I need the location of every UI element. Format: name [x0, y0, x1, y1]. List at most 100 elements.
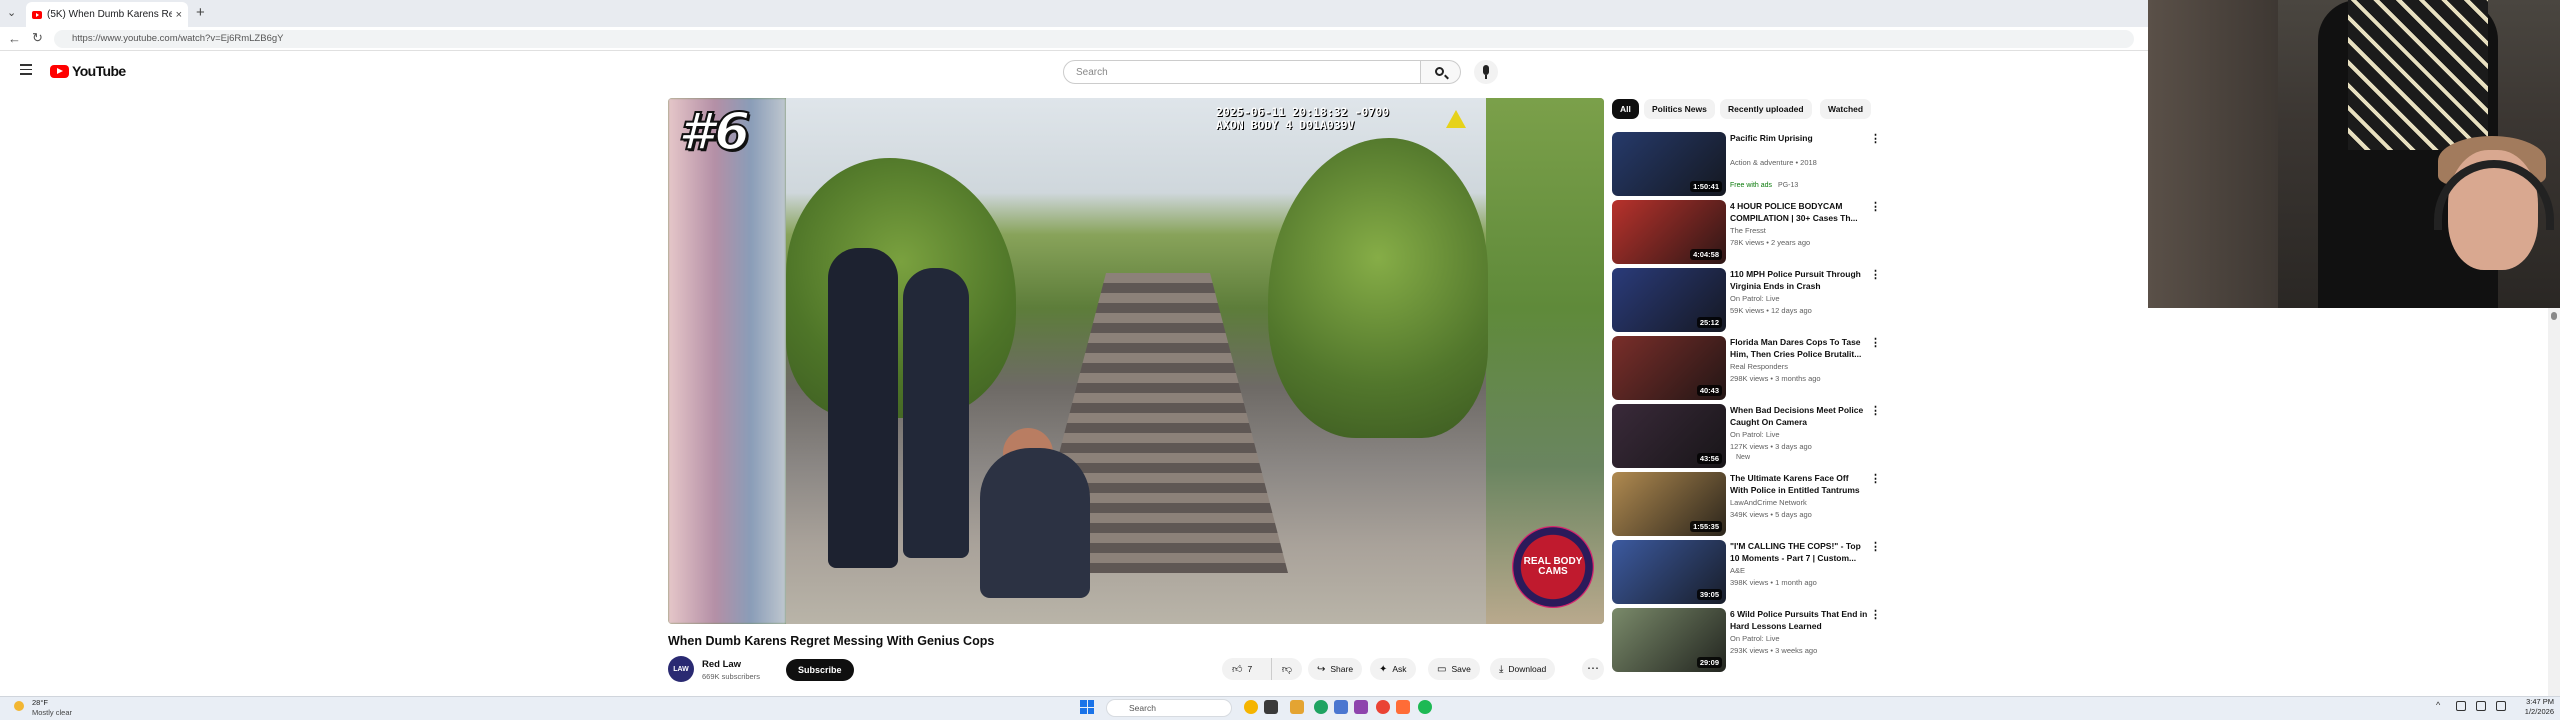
recommendation-title[interactable]: Florida Man Dares Cops To Tase Him, Then…: [1730, 336, 1868, 360]
more-vert-icon[interactable]: ⋮: [1870, 132, 1881, 145]
recommendation-channel[interactable]: The Fresst: [1730, 226, 1766, 235]
more-vert-icon[interactable]: ⋮: [1870, 540, 1881, 553]
browser-tab-active[interactable]: (5K) When Dumb Karens Re... ×: [26, 2, 188, 27]
like-dislike-group: 👍︎ 7 👎︎: [1222, 658, 1302, 680]
recommendation-thumbnail[interactable]: 29:09: [1612, 608, 1726, 672]
recommendation-channel[interactable]: On Patrol: Live: [1730, 294, 1780, 303]
recommendation-thumbnail[interactable]: 40:43: [1612, 336, 1726, 400]
recommendation-channel[interactable]: Action & adventure • 2018: [1730, 158, 1817, 167]
video-player[interactable]: #6 2025-06-11 20:18:32 -0700 AXON BODY 4…: [668, 98, 1604, 624]
like-button[interactable]: 👍︎ 7: [1222, 658, 1272, 680]
recommendation-thumbnail[interactable]: 4:04:58: [1612, 200, 1726, 264]
recommendation-channel[interactable]: On Patrol: Live: [1730, 430, 1780, 439]
hamburger-menu-icon[interactable]: [20, 64, 32, 78]
reload-button[interactable]: ↻: [32, 30, 43, 46]
recommendation-badges: [1730, 590, 1736, 597]
recommendation-item[interactable]: 29:09 6 Wild Police Pursuits That End in …: [1612, 608, 1882, 674]
more-vert-icon[interactable]: ⋮: [1870, 200, 1881, 213]
chip-politics-news[interactable]: Politics News: [1644, 99, 1715, 119]
recommendation-title[interactable]: 110 MPH Police Pursuit Through Virginia …: [1730, 268, 1868, 292]
recommendation-meta: 78K views • 2 years ago: [1730, 238, 1811, 247]
page-scrollbar[interactable]: [2548, 308, 2560, 696]
recommendation-item[interactable]: 4:04:58 4 HOUR POLICE BODYCAM COMPILATION…: [1612, 200, 1882, 266]
scrollbar-thumb[interactable]: [2551, 312, 2557, 320]
address-bar-row: ← ↻ https://www.youtube.com/watch?v=Ej6R…: [0, 27, 2148, 51]
recommendation-channel[interactable]: On Patrol: Live: [1730, 634, 1780, 643]
chrome-icon[interactable]: [1376, 700, 1390, 714]
recommendation-title[interactable]: Pacific Rim Uprising: [1730, 132, 1868, 144]
more-actions-button[interactable]: ⋯: [1582, 658, 1604, 680]
channel-watermark[interactable]: REAL BODY CAMS: [1512, 526, 1594, 608]
recommendation-badges: New: [1730, 454, 1750, 461]
chip-watched[interactable]: Watched: [1820, 99, 1872, 119]
ask-button[interactable]: ✦ Ask: [1370, 658, 1416, 680]
weather-temperature[interactable]: 28°F: [32, 698, 48, 707]
clock-date[interactable]: 1/2/2026: [2514, 707, 2554, 716]
more-vert-icon[interactable]: ⋮: [1870, 472, 1881, 485]
recommendation-channel[interactable]: Real Responders: [1730, 362, 1788, 371]
new-tab-button[interactable]: +: [196, 4, 205, 21]
recommendation-item[interactable]: 39:05 "I'M CALLING THE COPS!" - Top 10 Mo…: [1612, 540, 1882, 606]
chip-all[interactable]: All: [1612, 99, 1639, 119]
warning-triangle-icon: [1446, 110, 1466, 128]
taskbar-search-input[interactable]: Search: [1106, 699, 1232, 717]
recommendation-title[interactable]: "I'M CALLING THE COPS!" - Top 10 Moments…: [1730, 540, 1868, 564]
recommendation-item[interactable]: 1:55:35 The Ultimate Karens Face Off With…: [1612, 472, 1882, 538]
copilot-icon[interactable]: [1244, 700, 1258, 714]
recommendation-title[interactable]: The Ultimate Karens Face Off With Police…: [1730, 472, 1868, 496]
clock-time[interactable]: 3:47 PM: [2520, 697, 2554, 706]
weather-moon-icon[interactable]: [14, 701, 24, 711]
microphone-icon: [1483, 65, 1489, 75]
store-icon[interactable]: [1334, 700, 1348, 714]
recommendation-thumbnail[interactable]: 25:12: [1612, 268, 1726, 332]
recommendation-item[interactable]: 1:50:41 Pacific Rim Uprising Action & adve…: [1612, 132, 1882, 198]
weather-description[interactable]: Mostly clear: [32, 708, 72, 717]
recommendation-thumbnail[interactable]: 43:56: [1612, 404, 1726, 468]
search-button[interactable]: [1421, 60, 1461, 84]
webcam-overlay: [2148, 0, 2560, 308]
tab-close-icon[interactable]: ×: [176, 9, 182, 21]
url-field[interactable]: https://www.youtube.com/watch?v=Ej6RmLZB…: [54, 30, 2134, 48]
task-view-icon[interactable]: [1264, 700, 1278, 714]
recommendation-title[interactable]: When Bad Decisions Meet Police Caught On…: [1730, 404, 1868, 428]
video-duration: 40:43: [1696, 385, 1722, 396]
more-vert-icon[interactable]: ⋮: [1870, 404, 1881, 417]
file-explorer-icon[interactable]: [1290, 700, 1304, 714]
recommendation-thumbnail[interactable]: 1:55:35: [1612, 472, 1726, 536]
back-button[interactable]: ←: [8, 31, 21, 46]
recommendation-channel[interactable]: LawAndCrime Network: [1730, 498, 1807, 507]
search-input[interactable]: Search: [1063, 60, 1421, 84]
more-vert-icon[interactable]: ⋮: [1870, 268, 1881, 281]
recommendation-channel[interactable]: A&E: [1730, 566, 1745, 575]
chip-recently-uploaded[interactable]: Recently uploaded: [1720, 99, 1812, 119]
start-button[interactable]: [1080, 700, 1094, 714]
subscribe-button[interactable]: Subscribe: [786, 659, 854, 681]
tab-list-button[interactable]: ⌄: [7, 6, 16, 19]
volume-icon[interactable]: [2476, 701, 2486, 711]
recommendation-title[interactable]: 4 HOUR POLICE BODYCAM COMPILATION | 30+ …: [1730, 200, 1868, 224]
channel-avatar[interactable]: LAW: [668, 656, 694, 682]
share-button[interactable]: ↪ Share: [1308, 658, 1363, 680]
app-icon[interactable]: [1354, 700, 1368, 714]
recommendation-item[interactable]: 25:12 110 MPH Police Pursuit Through Virg…: [1612, 268, 1882, 334]
spotify-icon[interactable]: [1418, 700, 1432, 714]
youtube-logo[interactable]: YouTube: [50, 63, 126, 79]
recommendation-item[interactable]: 40:43 Florida Man Dares Cops To Tase Him,…: [1612, 336, 1882, 402]
more-vert-icon[interactable]: ⋮: [1870, 336, 1881, 349]
network-icon[interactable]: [2456, 701, 2466, 711]
youtube-play-icon: [50, 64, 69, 78]
channel-name[interactable]: Red Law: [702, 659, 741, 670]
voice-search-button[interactable]: [1474, 60, 1498, 84]
battery-icon[interactable]: [2496, 701, 2506, 711]
dislike-button[interactable]: 👎︎: [1272, 658, 1302, 680]
download-button[interactable]: ⤓ Download: [1490, 658, 1556, 680]
recommendation-thumbnail[interactable]: 39:05: [1612, 540, 1726, 604]
save-button[interactable]: ▭ Save: [1428, 658, 1480, 680]
app-icon-2[interactable]: [1396, 700, 1410, 714]
tray-overflow-icon[interactable]: ^: [2436, 700, 2440, 710]
recommendation-thumbnail[interactable]: 1:50:41: [1612, 132, 1726, 196]
recommendation-item[interactable]: 43:56 When Bad Decisions Meet Police Caug…: [1612, 404, 1882, 470]
more-vert-icon[interactable]: ⋮: [1870, 608, 1881, 621]
recommendation-title[interactable]: 6 Wild Police Pursuits That End in Hard …: [1730, 608, 1868, 632]
edge-browser-icon[interactable]: [1314, 700, 1328, 714]
